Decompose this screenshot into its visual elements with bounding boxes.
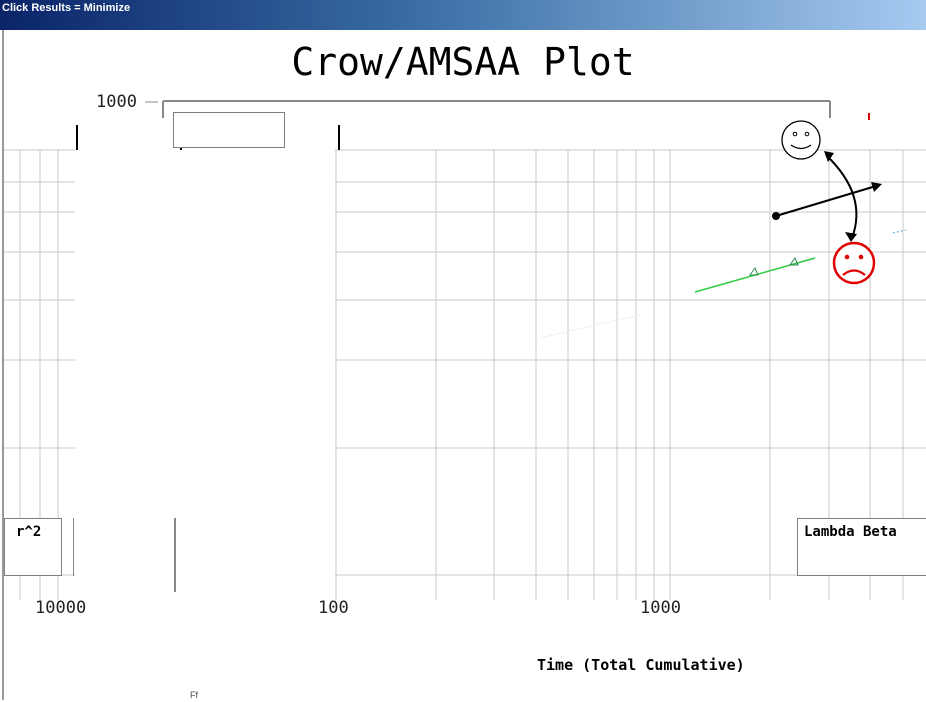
sad-face-icon [832, 241, 876, 285]
arrow-head [845, 232, 857, 242]
annotation-layer [539, 113, 907, 339]
trend-extension [892, 229, 907, 234]
happy-face-icon [781, 120, 821, 160]
arrow-head [871, 182, 882, 192]
faint-line [539, 314, 641, 339]
